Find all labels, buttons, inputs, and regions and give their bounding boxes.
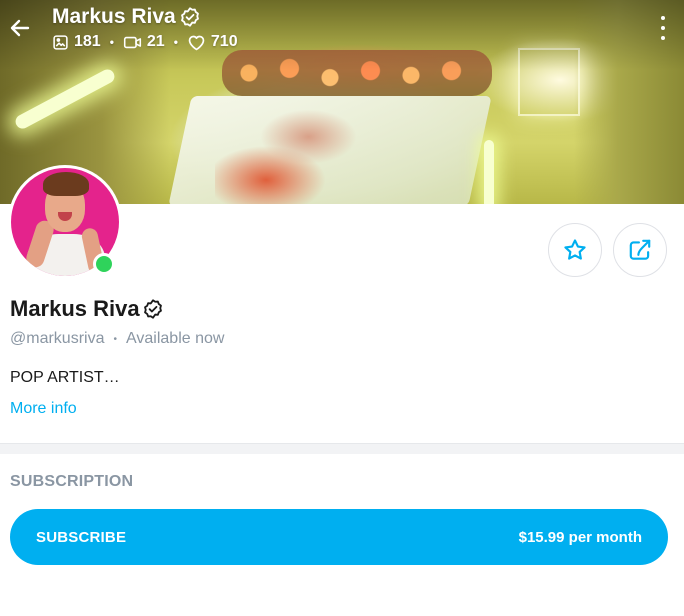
profile-subline: @markusriva • Available now (10, 330, 225, 347)
photos-count: 181 (52, 33, 101, 51)
header-name: Markus Riva (52, 5, 176, 28)
subscribe-button-label: SUBSCRIBE (36, 528, 127, 546)
back-button[interactable] (6, 14, 34, 42)
likes-count: 710 (187, 33, 238, 51)
arrow-left-icon (10, 19, 30, 37)
section-divider (0, 443, 684, 454)
videos-count: 21 (123, 33, 165, 51)
verified-badge-icon (180, 7, 199, 27)
availability-status: Available now (126, 330, 225, 347)
cover-image (0, 0, 684, 204)
video-icon (123, 36, 141, 48)
profile-name-text: Markus Riva (10, 296, 140, 321)
share-icon (629, 239, 651, 260)
profile-bio: POP ARTIST… (10, 369, 120, 386)
online-status-indicator (93, 253, 115, 275)
subscription-price: $15.99 per month (518, 528, 642, 546)
profile-handle: @markusriva (10, 330, 105, 347)
header-stats: 181 • 21 • 710 (52, 33, 238, 51)
profile-name: Markus Riva (10, 296, 164, 322)
star-icon (564, 239, 586, 260)
image-icon (53, 34, 68, 50)
more-info-link[interactable]: More info (10, 400, 77, 418)
subscribe-button[interactable]: SUBSCRIBE $15.99 per month (10, 509, 668, 565)
more-options-button[interactable] (656, 16, 670, 40)
verified-badge-icon (143, 299, 162, 319)
share-button[interactable] (613, 223, 667, 277)
subscription-section-title: SUBSCRIPTION (10, 473, 134, 490)
header-title: Markus Riva (52, 5, 201, 29)
heart-icon (188, 35, 205, 50)
add-to-favorites-button[interactable] (548, 223, 602, 277)
more-vertical-icon (661, 16, 665, 20)
